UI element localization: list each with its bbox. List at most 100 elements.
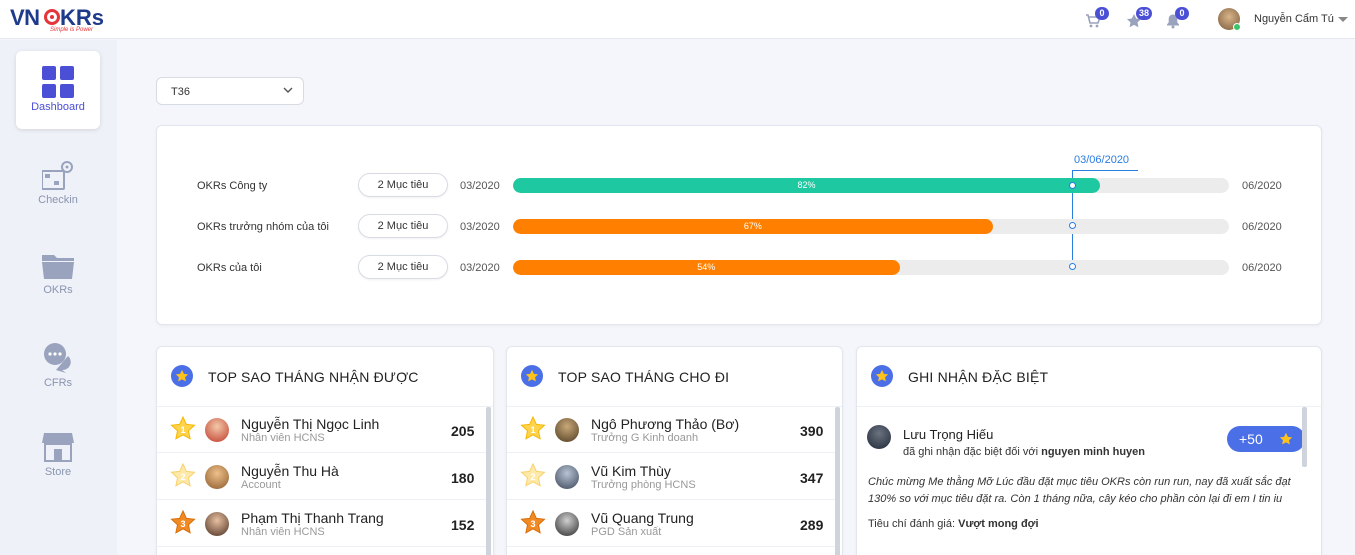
- avatar: [205, 512, 229, 536]
- leaderboard-row[interactable]: 3 Vũ Quang Trung PGD Sản xuất 289: [507, 501, 838, 547]
- recognition-item: Lưu Trọng Hiếu đã ghi nhận đặc biệt đối …: [857, 407, 1305, 555]
- today-marker-dot: [1069, 182, 1076, 189]
- chat-icon: [44, 343, 71, 373]
- rank-1-star-icon: 1: [169, 415, 197, 444]
- person-role: Nhân viên HCNS: [241, 432, 325, 444]
- person-role: PGD Sản xuất: [591, 526, 662, 538]
- person-name: Nguyễn Thu Hà: [241, 463, 339, 479]
- rank-3-star-icon: 3: [519, 509, 547, 538]
- person-name: Ngô Phương Thảo (Bơ): [591, 416, 740, 432]
- progress-track: 54%: [513, 260, 1229, 275]
- sidebar-item-cfrs[interactable]: CFRs: [16, 327, 100, 405]
- progress-row-mine: OKRs của tôi 2 Mục tiêu 03/2020 54% 06/2…: [157, 255, 1323, 281]
- start-date: 03/2020: [460, 221, 500, 233]
- sidebar: Dashboard Checkin OKRs CFRs Store: [0, 40, 117, 555]
- logo-tagline: Simple is Power: [50, 27, 94, 33]
- card-header: TOP SAO THÁNG CHO ĐI: [507, 347, 842, 407]
- person-role: Trưởng phòng HCNS: [591, 479, 696, 491]
- star-score: 205: [451, 423, 475, 439]
- star-icon: [1279, 432, 1293, 445]
- star-score: 152: [451, 517, 475, 533]
- end-date: 06/2020: [1242, 262, 1282, 274]
- today-marker-dot: [1069, 222, 1076, 229]
- card-title: TOP SAO THÁNG NHẬN ĐƯỢC: [208, 369, 419, 385]
- person-name: Phạm Thị Thanh Trang: [241, 510, 384, 526]
- person-name: Nguyễn Thị Ngọc Linh: [241, 416, 380, 432]
- leaderboard-row[interactable]: 2 Nguyễn Thu Hà Account 180: [157, 454, 489, 500]
- leaderboard-row[interactable]: 2 Vũ Kim Thùy Trưởng phòng HCNS 347: [507, 454, 838, 500]
- notifications-button[interactable]: 0: [1165, 7, 1189, 31]
- sidebar-item-label: CFRs: [43, 377, 73, 389]
- top-stars-received-card: TOP SAO THÁNG NHẬN ĐƯỢC 1 Nguyễn Thị Ngọ…: [156, 346, 494, 555]
- start-date: 03/2020: [460, 262, 500, 274]
- card-title: TOP SAO THÁNG CHO ĐI: [558, 369, 730, 385]
- goals-count-button[interactable]: 2 Mục tiêu: [358, 214, 448, 238]
- avatar: [555, 465, 579, 489]
- period-select[interactable]: T36: [156, 77, 304, 105]
- vnokrs-logo[interactable]: VN KRs Simple is Power: [10, 5, 120, 35]
- end-date: 06/2020: [1242, 180, 1282, 192]
- person-role: Nhân viên HCNS: [241, 526, 325, 538]
- today-date-label: 03/06/2020: [1074, 154, 1130, 166]
- leaderboard-row[interactable]: 1 Ngô Phương Thảo (Bơ) Trưởng G Kinh doa…: [507, 407, 838, 453]
- sidebar-item-label: Checkin: [38, 194, 78, 206]
- sidebar-item-label: Store: [44, 466, 72, 478]
- today-marker-dot: [1069, 263, 1076, 270]
- today-marker-tick: [1072, 170, 1138, 171]
- points-badge: +50: [1227, 426, 1305, 452]
- progress-fill: 82%: [513, 178, 1101, 193]
- dashboard-grid-icon: [42, 66, 74, 98]
- person-role: Trưởng G Kinh doanh: [591, 432, 699, 444]
- sidebar-item-label: Dashboard: [31, 101, 85, 113]
- progress-fill: 54%: [513, 260, 900, 275]
- top-bar: VN KRs Simple is Power 0 38 0 Nguyễn Cẩm…: [0, 0, 1355, 39]
- online-status-dot: [1233, 23, 1241, 31]
- card-header: TOP SAO THÁNG NHẬN ĐƯỢC: [157, 347, 493, 407]
- sidebar-item-label: OKRs: [43, 284, 73, 296]
- star-score: 289: [800, 517, 824, 533]
- person-name: Vũ Kim Thùy: [591, 463, 671, 479]
- sidebar-item-store[interactable]: Store: [16, 416, 100, 494]
- leaderboard-row[interactable]: 3 Phạm Thị Thanh Trang Nhân viên HCNS 15…: [157, 501, 489, 547]
- scrollbar[interactable]: [835, 407, 840, 555]
- goals-count-button[interactable]: 2 Mục tiêu: [358, 173, 448, 197]
- progress-row-label: OKRs của tôi: [197, 262, 262, 274]
- checkin-icon: [42, 161, 73, 190]
- logo-vn-text: VN: [10, 5, 40, 30]
- notifications-badge: 0: [1175, 7, 1189, 20]
- scrollbar[interactable]: [486, 407, 491, 555]
- cart-badge: 0: [1095, 7, 1109, 20]
- rank-3-star-icon: 3: [169, 509, 197, 538]
- star-badge-icon: [171, 365, 193, 387]
- stars-button[interactable]: 38: [1126, 7, 1153, 31]
- progress-row-label: OKRs trưởng nhóm của tôi: [197, 221, 329, 233]
- progress-fill: 67%: [513, 219, 993, 234]
- period-select-value: T36: [171, 86, 190, 98]
- avatar: [205, 418, 229, 442]
- recipient-name: nguyen minh huyen: [1041, 446, 1145, 458]
- avatar: [555, 418, 579, 442]
- cart-button[interactable]: 0: [1085, 7, 1109, 31]
- sidebar-item-dashboard[interactable]: Dashboard: [16, 51, 100, 129]
- rank-1-star-icon: 1: [519, 415, 547, 444]
- criteria-label: Tiêu chí đánh giá:: [868, 518, 956, 530]
- sidebar-item-checkin[interactable]: Checkin: [16, 144, 100, 222]
- user-name: Nguyễn Cẩm Tú: [1254, 13, 1334, 25]
- progress-row-label: OKRs Công ty: [197, 180, 268, 192]
- leaderboard-row[interactable]: 1 Nguyễn Thị Ngọc Linh Nhân viên HCNS 20…: [157, 407, 489, 453]
- goals-count-button[interactable]: 2 Mục tiêu: [358, 255, 448, 279]
- start-date: 03/2020: [460, 180, 500, 192]
- progress-track: 67%: [513, 219, 1229, 234]
- stars-badge: 38: [1136, 7, 1153, 20]
- okr-progress-card: 03/06/2020 OKRs Công ty 2 Mục tiêu 03/20…: [156, 125, 1322, 325]
- star-score: 390: [800, 423, 824, 439]
- recognition-prefix: đã ghi nhận đặc biệt đối với: [903, 446, 1039, 458]
- star-badge-icon: [871, 365, 893, 387]
- person-role: Account: [241, 479, 281, 491]
- criteria: Tiêu chí đánh giá: Vượt mong đợi: [868, 518, 1039, 530]
- scrollbar[interactable]: [1302, 407, 1307, 467]
- progress-row-team-lead: OKRs trưởng nhóm của tôi 2 Mục tiêu 03/2…: [157, 214, 1323, 240]
- sidebar-item-okrs[interactable]: OKRs: [16, 234, 100, 312]
- star-score: 180: [451, 470, 475, 486]
- end-date: 06/2020: [1242, 221, 1282, 233]
